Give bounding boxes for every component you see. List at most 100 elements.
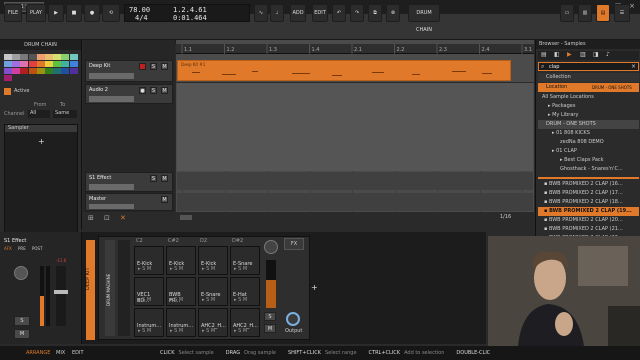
clear-search-icon[interactable]: × bbox=[631, 63, 636, 70]
location-item[interactable]: ▸ Best Claps Pack bbox=[538, 156, 639, 165]
add-device-icon[interactable]: + bbox=[38, 137, 45, 146]
color-swatch[interactable] bbox=[28, 61, 37, 67]
color-swatch[interactable] bbox=[36, 68, 45, 74]
drum-pad[interactable]: E-Kick ▸ S M bbox=[198, 246, 228, 275]
location-item[interactable]: ▸ My Library bbox=[538, 111, 639, 120]
solo-button[interactable]: S bbox=[150, 175, 157, 182]
color-swatch[interactable] bbox=[45, 68, 53, 74]
position-value[interactable]: 1.2.4.61 bbox=[173, 6, 207, 14]
pad-controls[interactable]: ▸ S M bbox=[170, 266, 183, 272]
drum-pad[interactable]: Instrum... ▸ S M bbox=[134, 308, 164, 337]
add-track-icon[interactable]: ⊞ bbox=[88, 214, 94, 222]
drum-pad[interactable]: E-Snare ▸ S M bbox=[198, 277, 228, 306]
layout-mix-icon[interactable]: ▥ bbox=[578, 4, 592, 22]
post-mode[interactable]: POST bbox=[32, 246, 43, 251]
output-knob[interactable] bbox=[286, 312, 300, 326]
pad-controls[interactable]: ▸ S M bbox=[234, 328, 247, 334]
location-item[interactable]: ▸ Packages bbox=[538, 102, 639, 111]
color-swatch[interactable] bbox=[4, 68, 12, 74]
pad-controls[interactable]: ▸ S M bbox=[138, 266, 151, 272]
active-checkbox[interactable] bbox=[4, 88, 11, 95]
drum-pad[interactable]: VEC1 BD... ▸ S M bbox=[134, 277, 164, 306]
play-icon[interactable]: ▶ bbox=[48, 4, 64, 22]
drum-pad[interactable]: E-Snare ▸ S M bbox=[230, 246, 260, 275]
pad-controls[interactable]: ▸ S M bbox=[234, 266, 247, 272]
pad-controls[interactable]: ▸ S M bbox=[234, 297, 247, 303]
master-lane[interactable] bbox=[177, 193, 533, 211]
add-effect-track-icon[interactable]: ⊡ bbox=[104, 214, 110, 222]
mute-button[interactable]: M bbox=[161, 87, 168, 94]
device-mute-button[interactable]: M bbox=[264, 324, 276, 333]
preset-tab-icon[interactable]: ◧ bbox=[554, 51, 560, 58]
pad-controls[interactable]: ▸ S M bbox=[170, 328, 183, 334]
location-item[interactable]: ▸ 01 808 KICKS bbox=[538, 129, 639, 138]
panel-toggle-icon[interactable]: ☰ bbox=[614, 4, 630, 22]
arrange-tab[interactable]: ARRANGE bbox=[26, 346, 50, 360]
color-swatch[interactable] bbox=[20, 61, 29, 67]
drum-pad[interactable]: E-Kick ▸ S M bbox=[134, 246, 164, 275]
color-swatch[interactable] bbox=[12, 68, 21, 74]
browser-divider[interactable] bbox=[538, 177, 639, 179]
color-swatch[interactable] bbox=[53, 54, 62, 60]
device-solo-button[interactable]: S bbox=[264, 312, 276, 321]
mix-tab[interactable]: MIX bbox=[56, 346, 65, 360]
pan-knob[interactable] bbox=[14, 266, 28, 280]
drum-pad[interactable]: BWB PR... ▸ S M bbox=[166, 277, 196, 306]
mute-button[interactable]: M bbox=[14, 329, 30, 339]
mute-button[interactable]: M bbox=[161, 63, 168, 70]
color-swatch[interactable] bbox=[4, 61, 12, 67]
color-swatch[interactable] bbox=[61, 68, 70, 74]
location-filter[interactable]: Location DRUM - ONE SHOTS bbox=[538, 83, 639, 92]
pad-controls[interactable]: ▸ S M bbox=[170, 297, 183, 303]
file-menu-button[interactable]: FILE bbox=[4, 4, 22, 22]
delete-icon[interactable]: ⊗ bbox=[386, 4, 400, 22]
color-swatch[interactable] bbox=[4, 54, 12, 60]
track-s1-effect[interactable]: S1 Effect S M bbox=[85, 172, 173, 192]
drum-chain-button[interactable]: DRUM CHAIN bbox=[408, 4, 440, 33]
location-item[interactable]: ▸ 01 CLAP bbox=[538, 147, 639, 156]
time-signature[interactable]: 4/4 bbox=[135, 14, 148, 22]
add-device-icon[interactable]: + bbox=[311, 283, 318, 292]
deep-kit-device-header[interactable] bbox=[86, 240, 95, 340]
drum-pad[interactable]: E-Hat ▸ S M bbox=[230, 277, 260, 306]
record-arm-button[interactable] bbox=[139, 63, 146, 70]
color-swatch[interactable] bbox=[20, 68, 29, 74]
volume-slider[interactable] bbox=[89, 184, 134, 190]
drum-pad[interactable]: E-Kick ▸ S M bbox=[166, 246, 196, 275]
mini-keyboard[interactable] bbox=[118, 240, 130, 336]
color-swatch[interactable] bbox=[45, 61, 53, 67]
pad-controls[interactable]: ▸ S M bbox=[202, 266, 215, 272]
track-master[interactable]: Master M bbox=[85, 193, 173, 211]
clips-tab-icon[interactable]: ◨ bbox=[593, 51, 599, 58]
channel-to-select[interactable]: Same bbox=[53, 110, 77, 118]
audio-clip[interactable]: Deep Kit #1 bbox=[177, 60, 511, 81]
location-item[interactable]: zedNa 808 DEMO bbox=[538, 138, 639, 147]
color-swatch[interactable] bbox=[4, 75, 12, 81]
add-button[interactable]: ADD bbox=[290, 4, 306, 22]
search-input[interactable]: clap bbox=[549, 64, 559, 70]
channel-from-select[interactable]: All bbox=[28, 110, 50, 118]
color-swatch[interactable] bbox=[53, 68, 62, 74]
color-swatch[interactable] bbox=[36, 61, 45, 67]
sample-file-item[interactable]: ▪ BWB PROMIXED 2 CLAP (18... bbox=[538, 198, 639, 207]
color-swatch[interactable] bbox=[45, 54, 53, 60]
copy-icon[interactable]: ⧉ bbox=[368, 4, 382, 22]
sample-file-item[interactable]: ▪ BWB PROMIXED 2 CLAP (16... bbox=[538, 180, 639, 189]
pad-controls[interactable]: ▸ S M bbox=[202, 328, 215, 334]
color-swatch[interactable] bbox=[61, 61, 70, 67]
play-menu-button[interactable]: PLAY bbox=[26, 4, 46, 22]
sample-file-item[interactable]: ▪ BWB PROMIXED 2 CLAP (20... bbox=[538, 216, 639, 225]
kit-knob[interactable] bbox=[264, 240, 278, 254]
sample-file-item[interactable]: ▪ BWB PROMIXED 2 CLAP (21... bbox=[538, 225, 639, 234]
afx-mode[interactable]: AFX bbox=[4, 246, 12, 251]
color-swatch[interactable] bbox=[69, 61, 78, 67]
color-swatch[interactable] bbox=[12, 54, 21, 60]
sample-file-item[interactable]: ▪ BWB PROMIXED 2 CLAP (19... bbox=[538, 207, 639, 216]
color-swatch[interactable] bbox=[36, 54, 45, 60]
volume-slider[interactable] bbox=[89, 73, 134, 79]
sampler-device[interactable]: Sampler bbox=[5, 125, 77, 132]
metronome-icon[interactable]: ♩ bbox=[270, 4, 284, 22]
volume-fader[interactable] bbox=[54, 266, 68, 326]
location-item[interactable]: All Sample Locations bbox=[538, 93, 639, 102]
edit-tab[interactable]: EDIT bbox=[72, 346, 84, 360]
